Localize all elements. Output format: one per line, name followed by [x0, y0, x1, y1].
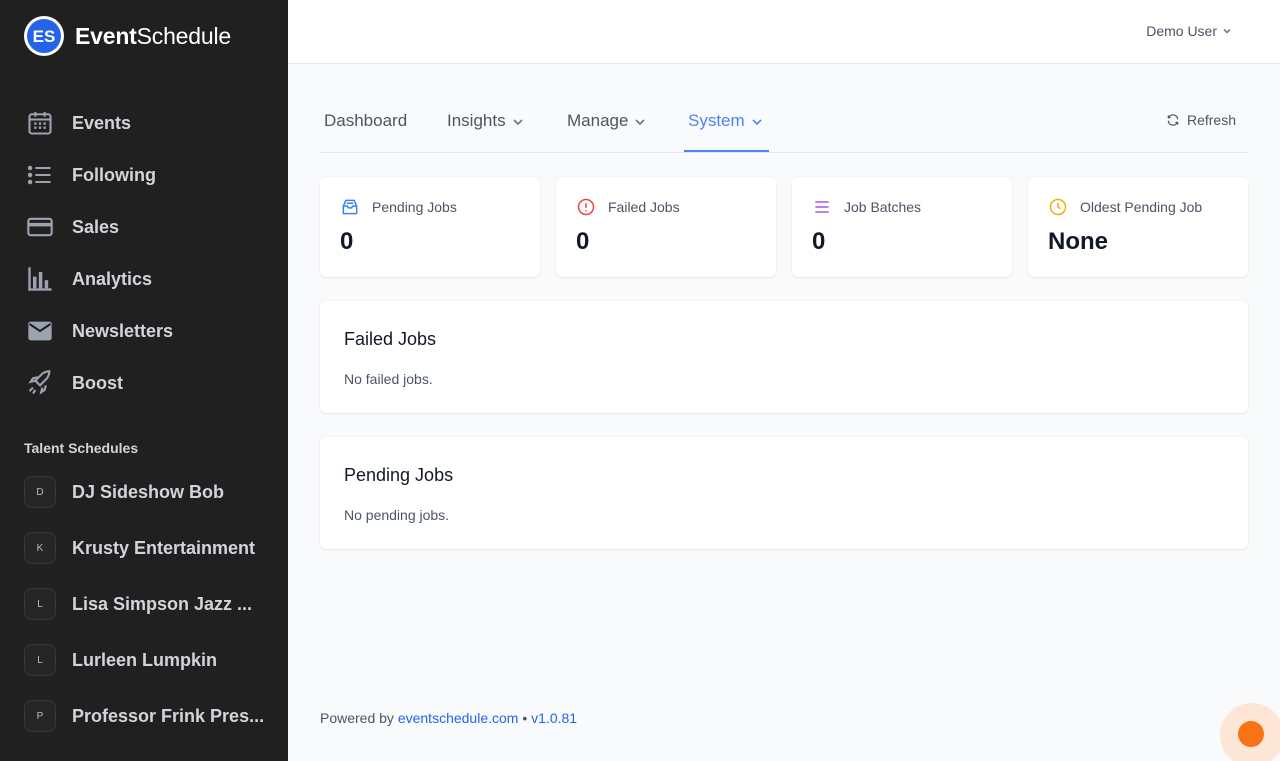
calendar-icon — [24, 107, 56, 139]
chevron-down-icon — [635, 119, 646, 126]
refresh-button[interactable]: Refresh — [1166, 112, 1236, 128]
sidebar: ES EventSchedule Events Following Sales — [0, 0, 288, 761]
panel-title: Failed Jobs — [344, 329, 437, 349]
panel-title: Pending Jobs — [344, 465, 454, 485]
chat-widget — [1220, 703, 1280, 761]
talent-initial-badge: D — [24, 476, 56, 508]
brand-name: EventSchedule — [75, 22, 231, 49]
pending-jobs-panel: Pending Jobs No pending jobs. — [320, 437, 1248, 549]
list-icon — [815, 201, 829, 213]
sidebar-item-boost[interactable]: Boost — [24, 357, 264, 409]
tab-label: Insights — [447, 111, 506, 130]
tab-system[interactable]: System — [684, 100, 769, 152]
chat-launcher-button[interactable] — [1238, 721, 1264, 747]
brand-logo: ES — [24, 16, 64, 56]
user-name: Demo User — [1146, 23, 1217, 39]
talent-initial-badge: K — [24, 532, 56, 564]
tab-label: System — [688, 111, 745, 130]
sidebar-item-label: Boost — [72, 372, 123, 393]
talent-initial-badge: P — [24, 700, 56, 732]
stat-value: None — [1048, 228, 1108, 255]
chevron-down-icon — [1223, 28, 1231, 34]
tab-dashboard[interactable]: Dashboard — [324, 100, 407, 152]
alert-circle-icon — [577, 198, 595, 216]
stat-card-pending-jobs: Pending Jobs 0 — [320, 177, 540, 277]
sidebar-item-newsletters[interactable]: Newsletters — [24, 305, 264, 357]
sidebar-item-analytics[interactable]: Analytics — [24, 253, 264, 305]
tab-label: Manage — [567, 111, 629, 130]
tab-insights[interactable]: Insights — [447, 100, 524, 152]
stat-value: 0 — [812, 228, 826, 255]
chevron-down-icon — [752, 119, 762, 126]
rocket-icon — [24, 367, 56, 399]
sidebar-item-talent[interactable]: D DJ Sideshow Bob — [24, 464, 274, 520]
talent-schedules-heading: Talent Schedules — [24, 440, 139, 456]
sidebar-item-label: Newsletters — [72, 320, 174, 341]
talent-list: D DJ Sideshow Bob K Krusty Entertainment… — [24, 464, 274, 744]
sidebar-item-sales[interactable]: Sales — [24, 201, 264, 253]
stat-label: Job Batches — [844, 199, 922, 215]
footer-version-link[interactable]: v1.0.81 — [531, 710, 577, 726]
talent-label: Krusty Entertainment — [72, 537, 256, 558]
refresh-icon — [1167, 114, 1179, 126]
panel-empty-text: No pending jobs. — [344, 507, 450, 523]
bar-chart-icon — [24, 263, 56, 295]
stat-value: 0 — [340, 228, 354, 255]
mail-icon — [24, 315, 56, 347]
sidebar-item-label: Events — [72, 112, 132, 133]
footer: Powered by eventschedule.com • v1.0.81 — [320, 710, 577, 726]
sidebar-item-label: Analytics — [72, 268, 153, 289]
sidebar-item-talent[interactable]: L Lisa Simpson Jazz ... — [24, 576, 274, 632]
footer-prefix: Powered by — [320, 710, 394, 726]
chevron-down-icon — [513, 119, 523, 126]
talent-initial-badge: L — [24, 644, 56, 676]
stat-label: Pending Jobs — [372, 199, 457, 215]
user-menu-button[interactable]: Demo User — [1146, 23, 1232, 39]
sidebar-item-label: Following — [72, 164, 156, 185]
sidebar-item-talent[interactable]: P Professor Frink Pres... — [24, 688, 274, 744]
talent-label: Professor Frink Pres... — [72, 705, 265, 726]
sidebar-item-label: Sales — [72, 216, 120, 237]
list-icon — [24, 159, 56, 191]
sidebar-item-talent[interactable]: K Krusty Entertainment — [24, 520, 274, 576]
stat-card-failed-jobs: Failed Jobs 0 — [556, 177, 776, 277]
brand[interactable]: ES EventSchedule — [24, 16, 231, 56]
stat-card-oldest-pending-job: Oldest Pending Job None — [1028, 177, 1248, 277]
talent-label: Lurleen Lumpkin — [72, 649, 218, 670]
tab-manage[interactable]: Manage — [567, 100, 646, 152]
sidebar-nav: Events Following Sales Analytics Newslet… — [24, 97, 264, 409]
talent-label: DJ Sideshow Bob — [72, 481, 225, 502]
clock-icon — [1049, 198, 1067, 216]
sidebar-item-following[interactable]: Following — [24, 149, 264, 201]
tab-bar: Dashboard Insights Manage System Refresh — [320, 100, 1248, 153]
refresh-label: Refresh — [1186, 112, 1236, 128]
talent-initial-badge: L — [24, 588, 56, 620]
tab-label: Dashboard — [324, 111, 408, 130]
footer-separator: • — [522, 710, 528, 726]
failed-jobs-panel: Failed Jobs No failed jobs. — [320, 301, 1248, 413]
footer-site-link[interactable]: eventschedule.com — [398, 710, 519, 726]
top-bar: Demo User — [288, 0, 1280, 64]
sidebar-item-events[interactable]: Events — [24, 97, 264, 149]
panel-empty-text: No failed jobs. — [344, 371, 433, 387]
sidebar-item-talent[interactable]: L Lurleen Lumpkin — [24, 632, 274, 688]
credit-card-icon — [24, 211, 56, 243]
inbox-icon — [342, 199, 358, 215]
stat-label: Oldest Pending Job — [1080, 199, 1203, 215]
stat-label: Failed Jobs — [608, 199, 680, 215]
stat-value: 0 — [576, 228, 590, 255]
talent-label: Lisa Simpson Jazz ... — [72, 593, 253, 614]
stat-card-job-batches: Job Batches 0 — [792, 177, 1012, 277]
brand-logo-text: ES — [33, 27, 56, 46]
